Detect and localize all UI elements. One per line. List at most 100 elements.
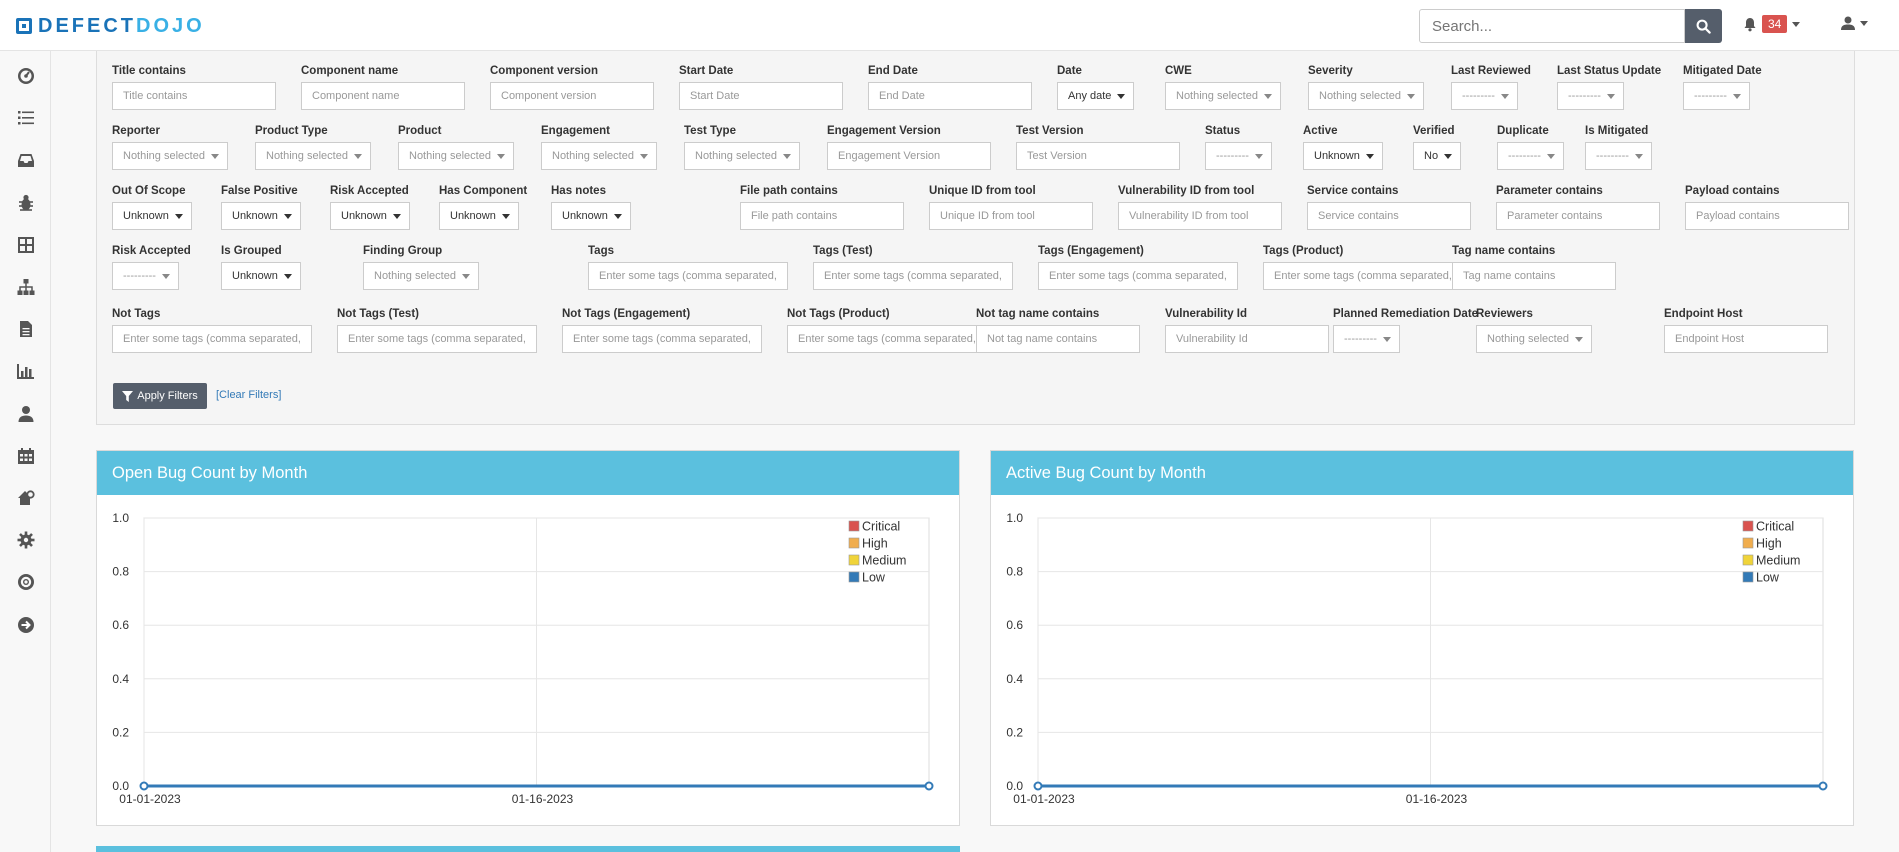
filter-text-input[interactable]: Parameter contains	[1496, 202, 1660, 230]
filter-dropdown[interactable]: Unknown	[439, 202, 519, 230]
y-tick-label: 0.2	[112, 725, 129, 739]
filter-label: Reviewers	[1476, 308, 1533, 320]
sidebar-item-reports[interactable]	[15, 318, 37, 340]
filter-dropdown[interactable]: Nothing selected	[112, 142, 228, 170]
filter-dropdown[interactable]: Unknown	[112, 202, 192, 230]
filter-dropdown[interactable]: ---------	[1683, 82, 1750, 110]
notifications-menu[interactable]: 34	[1743, 15, 1801, 33]
select-value: ---------	[123, 270, 156, 282]
filter-label: Is Grouped	[221, 245, 282, 257]
sidebar-item-bugs[interactable]	[15, 192, 37, 214]
filter-tags-input[interactable]: Enter some tags (comma separated,	[787, 325, 987, 353]
chevron-down-icon	[1263, 93, 1272, 99]
filter-tags-input[interactable]: Enter some tags (comma separated,	[813, 262, 1013, 290]
filter-dropdown[interactable]: Unknown	[330, 202, 410, 230]
filter-dropdown[interactable]: Nothing selected	[1308, 82, 1424, 110]
filter-dropdown[interactable]: Nothing selected	[684, 142, 800, 170]
sidebar-item-components[interactable]	[15, 276, 37, 298]
filter-dropdown[interactable]: Nothing selected	[398, 142, 514, 170]
filter-text-input[interactable]: Service contains	[1307, 202, 1471, 230]
filter-tags-input[interactable]: Enter some tags (comma separated,	[112, 325, 312, 353]
filter-tags-input[interactable]: Enter some tags (comma separated,	[1038, 262, 1238, 290]
filter-tags-input[interactable]: Enter some tags (comma separated,	[588, 262, 788, 290]
filter-dropdown[interactable]: Nothing selected	[541, 142, 657, 170]
filter-dropdown[interactable]: ---------	[1333, 325, 1400, 353]
filter-dropdown[interactable]: No	[1413, 142, 1462, 170]
chevron-down-icon	[461, 273, 470, 279]
search-button[interactable]	[1685, 9, 1722, 43]
sidebar-item-engagements[interactable]	[15, 149, 37, 171]
filter-dropdown[interactable]: Unknown	[221, 202, 301, 230]
chevron-down-icon	[283, 213, 292, 219]
sidebar-item-help[interactable]	[15, 571, 37, 593]
legend-label: High	[862, 537, 888, 551]
filter-dropdown[interactable]: Nothing selected	[1165, 82, 1281, 110]
select-value: Unknown	[341, 210, 387, 222]
filter-tags: Tags Enter some tags (comma separated,	[588, 244, 788, 290]
filter-text-input[interactable]: Not tag name contains	[976, 325, 1140, 353]
filter-dropdown[interactable]: Any date	[1057, 82, 1135, 110]
filter-text-input[interactable]: Component version	[490, 82, 654, 110]
filter-text-input[interactable]: Component name	[301, 82, 465, 110]
filter-dropdown[interactable]: ---------	[112, 262, 179, 290]
filter-component-version: Component version Component version	[490, 64, 654, 110]
filter-title-contains: Title contains Title contains	[112, 64, 276, 110]
filter-tags-input[interactable]: Enter some tags (comma separated,	[337, 325, 537, 353]
sidebar-item-products[interactable]	[15, 234, 37, 256]
filter-dropdown[interactable]: Unknown	[1303, 142, 1383, 170]
sidebar-item-system[interactable]	[15, 487, 37, 509]
filter-text-input[interactable]: Tag name contains	[1452, 262, 1616, 290]
filter-dropdown[interactable]: Nothing selected	[1476, 325, 1592, 353]
select-value: Nothing selected	[552, 150, 634, 162]
filter-service-contains: Service contains Service contains	[1307, 184, 1471, 230]
filter-text-input[interactable]: Engagement Version	[827, 142, 991, 170]
filter-text-input[interactable]: File path contains	[740, 202, 904, 230]
filter-text-input[interactable]: Test Version	[1016, 142, 1180, 170]
sidebar-item-logout[interactable]	[15, 614, 37, 636]
help-icon	[18, 574, 34, 591]
filter-dropdown[interactable]: Unknown	[221, 262, 301, 290]
filter-text-input[interactable]: End Date	[868, 82, 1032, 110]
filter-dropdown[interactable]: ---------	[1585, 142, 1652, 170]
reports-icon	[20, 321, 32, 338]
filter-text-input[interactable]: Endpoint Host	[1664, 325, 1828, 353]
filter-dropdown[interactable]: ---------	[1451, 82, 1518, 110]
filter-dropdown[interactable]: ---------	[1557, 82, 1624, 110]
filter-dropdown[interactable]: ---------	[1205, 142, 1272, 170]
clear-filters-link[interactable]: [Clear Filters]	[216, 389, 281, 401]
select-value: Any date	[1068, 90, 1112, 102]
chevron-down-icon	[283, 273, 292, 279]
legend-label: Medium	[1756, 554, 1800, 568]
filter-tags-input[interactable]: Enter some tags (comma separated,	[1263, 262, 1463, 290]
filter-last-status-update: Last Status Update ---------	[1557, 64, 1661, 110]
filter-text-input[interactable]: Start Date	[679, 82, 843, 110]
filter-dropdown[interactable]: Nothing selected	[363, 262, 479, 290]
sidebar-item-settings[interactable]	[15, 529, 37, 551]
dashboard-icon	[18, 68, 34, 84]
sidebar-item-dashboard[interactable]	[15, 65, 37, 87]
logo-text-defect: DEFECT	[38, 14, 136, 37]
apply-filters-label: Apply Filters	[137, 390, 198, 402]
sidebar-item-metrics[interactable]	[15, 360, 37, 382]
filter-text-input[interactable]: Vulnerability ID from tool	[1118, 202, 1282, 230]
defectdojo-logo[interactable]: DEFECT DOJO	[16, 14, 205, 38]
filter-text-input[interactable]: Payload contains	[1685, 202, 1849, 230]
filter-dropdown[interactable]: Unknown	[551, 202, 631, 230]
search-input[interactable]	[1419, 9, 1685, 43]
filter-label: Product Type	[255, 125, 328, 137]
filter-text-input[interactable]: Unique ID from tool	[929, 202, 1093, 230]
sidebar-item-findings[interactable]	[15, 107, 37, 129]
legend-label: Critical	[862, 520, 900, 534]
select-value: ---------	[1508, 150, 1541, 162]
filter-text-input[interactable]: Title contains	[112, 82, 276, 110]
sidebar-item-users[interactable]	[15, 403, 37, 425]
filter-text-input[interactable]: Vulnerability Id	[1165, 325, 1329, 353]
user-menu[interactable]	[1840, 15, 1868, 31]
filter-label: Last Status Update	[1557, 65, 1662, 77]
sidebar-item-calendar[interactable]	[15, 445, 37, 467]
filter-tags-input[interactable]: Enter some tags (comma separated,	[562, 325, 762, 353]
legend-swatch-low	[848, 571, 860, 583]
filter-dropdown[interactable]: ---------	[1497, 142, 1564, 170]
apply-filters-button[interactable]: Apply Filters	[113, 383, 207, 409]
filter-dropdown[interactable]: Nothing selected	[255, 142, 371, 170]
